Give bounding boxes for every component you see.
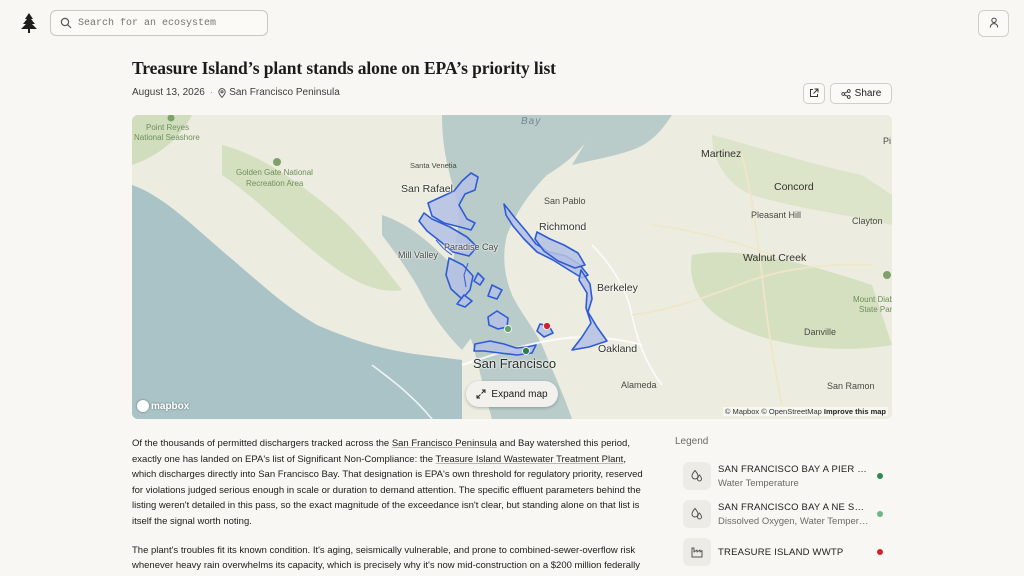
user-icon bbox=[989, 15, 999, 33]
map-label-san-pablo: San Pablo bbox=[544, 196, 586, 206]
status-dot bbox=[877, 511, 883, 517]
external-link-icon bbox=[809, 85, 819, 103]
status-dot bbox=[877, 473, 883, 479]
mapbox-logo[interactable]: mapbox bbox=[137, 400, 189, 412]
legend-title: Legend bbox=[675, 436, 709, 447]
article-location[interactable]: San Francisco Peninsula bbox=[229, 87, 340, 98]
map-label-pi: Pi bbox=[883, 136, 892, 146]
map-label-danville: Danville bbox=[804, 327, 837, 337]
share-label: Share bbox=[854, 88, 882, 99]
map-label-mount-diablo: Mount Diablo bbox=[853, 295, 892, 304]
map-label-richmond: Richmond bbox=[539, 221, 587, 233]
account-button[interactable] bbox=[978, 10, 1009, 37]
map-label-berkeley: Berkeley bbox=[597, 282, 638, 294]
location-pin-icon bbox=[218, 87, 226, 98]
map-label-national-seashore: National Seashore bbox=[134, 133, 200, 142]
water-drops-icon bbox=[683, 462, 711, 490]
search-icon bbox=[58, 15, 74, 31]
status-dot bbox=[877, 549, 883, 555]
article-paragraph: Of the thousands of permitted discharger… bbox=[132, 438, 643, 527]
map-label-san-francisco: San Francisco bbox=[473, 356, 557, 371]
map-label-point-reyes: Point Reyes bbox=[146, 123, 190, 132]
pine-tree-icon[interactable] bbox=[20, 12, 38, 34]
map-label-clayton: Clayton bbox=[852, 216, 883, 226]
map-label-san-ramon: San Ramon bbox=[827, 381, 875, 391]
expand-map-button[interactable]: Expand map bbox=[466, 381, 558, 407]
map-label-martinez: Martinez bbox=[701, 148, 742, 160]
map-label-san-rafael: San Rafael bbox=[401, 183, 453, 195]
article-paragraph: The plant's troubles fit its known condi… bbox=[132, 544, 640, 576]
legend-item-name: SAN FRANCISCO BAY A PIER 17 bbox=[718, 464, 868, 475]
map-attribution: © Mapbox © OpenStreetMap Improve this ma… bbox=[722, 407, 888, 416]
improve-map-link[interactable]: Improve this map bbox=[824, 407, 886, 416]
share-button[interactable]: Share bbox=[830, 83, 892, 104]
map-label-oakland: Oakland bbox=[598, 343, 638, 355]
search-box[interactable] bbox=[50, 10, 268, 36]
article-body: Of the thousands of permitted discharger… bbox=[132, 436, 646, 576]
expand-map-label: Expand map bbox=[491, 388, 548, 400]
map-label-bay: Bay bbox=[521, 116, 542, 127]
legend-item-subtitle: Water Temperature bbox=[718, 478, 799, 489]
map-label-paradise-cay: Paradise Cay bbox=[444, 242, 499, 252]
attribution-text[interactable]: © Mapbox © OpenStreetMap bbox=[725, 407, 822, 416]
search-input[interactable] bbox=[78, 17, 258, 29]
treasure-island-wwtp-link[interactable]: Treasure Island Wastewater Treatment Pla… bbox=[436, 454, 624, 465]
map-canvas bbox=[132, 115, 892, 419]
map-label-mill-valley: Mill Valley bbox=[398, 250, 438, 260]
share-icon bbox=[841, 88, 851, 99]
separator-dot: · bbox=[209, 87, 214, 98]
map-view[interactable]: Bay Point Reyes National Seashore Golden… bbox=[132, 115, 892, 419]
mapbox-logo-icon bbox=[137, 400, 149, 412]
map-label-pleasant-hill: Pleasant Hill bbox=[751, 210, 802, 220]
article-date: August 13, 2026 bbox=[132, 87, 205, 98]
map-label-santa-venetia: Santa Venetia bbox=[410, 161, 457, 170]
legend-item[interactable]: SAN FRANCISCO BAY A PIER 17 Water Temper… bbox=[683, 461, 893, 491]
expand-icon bbox=[476, 389, 486, 399]
water-drops-icon bbox=[683, 500, 711, 528]
top-bar bbox=[0, 0, 1024, 46]
legend-item-name: TREASURE ISLAND WWTP bbox=[718, 547, 844, 558]
map-label-alameda: Alameda bbox=[621, 380, 657, 390]
factory-icon bbox=[683, 538, 711, 566]
article-meta: August 13, 2026 · San Francisco Peninsul… bbox=[132, 87, 340, 98]
map-label-golden-gate: Golden Gate National bbox=[236, 168, 313, 177]
map-label-state-park: State Park bbox=[859, 305, 892, 314]
legend-item-subtitle: Dissolved Oxygen, Water Temperature bbox=[718, 516, 870, 527]
san-francisco-peninsula-link[interactable]: San Francisco Peninsula bbox=[392, 438, 497, 449]
legend-item[interactable]: SAN FRANCISCO BAY A NE SHORE Dissolved O… bbox=[683, 499, 893, 529]
legend-item[interactable]: TREASURE ISLAND WWTP bbox=[683, 537, 893, 567]
map-label-concord: Concord bbox=[774, 181, 814, 193]
legend-item-name: SAN FRANCISCO BAY A NE SHORE bbox=[718, 502, 868, 513]
map-label-recreation-area: Recreation Area bbox=[246, 179, 304, 188]
map-label-walnut-creek: Walnut Creek bbox=[743, 252, 807, 264]
open-external-button[interactable] bbox=[803, 83, 825, 104]
article-title: Treasure Island’s plant stands alone on … bbox=[132, 58, 556, 78]
